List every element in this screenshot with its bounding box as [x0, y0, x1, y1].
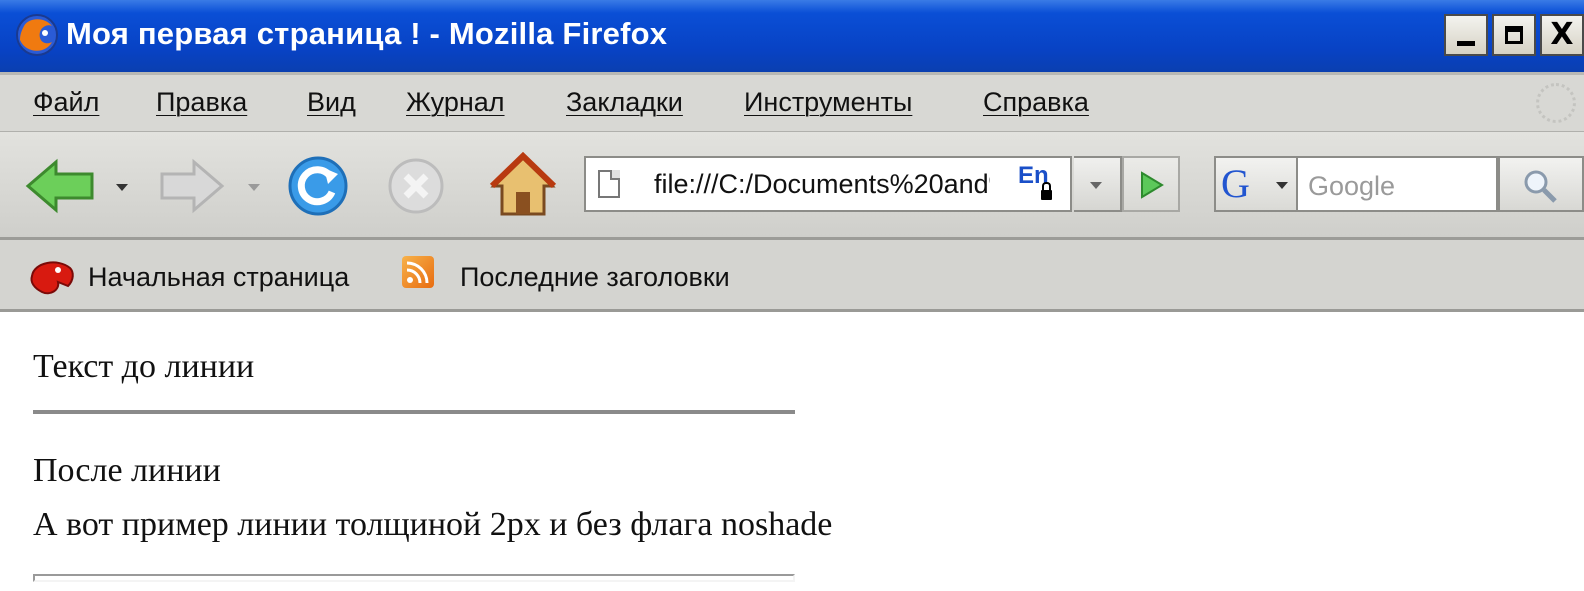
page-content: Текст до линии После линии А вот пример …	[0, 312, 1584, 591]
firefox-logo-icon	[16, 14, 58, 56]
go-arrow-icon	[1141, 171, 1164, 199]
minimize-icon[interactable]	[1444, 14, 1488, 56]
lock-icon	[1041, 182, 1052, 200]
text-before-line: Текст до линии	[33, 348, 255, 385]
chevron-down-icon	[1090, 182, 1102, 189]
forward-arrow-icon[interactable]	[158, 158, 226, 214]
back-dropdown-icon[interactable]	[116, 184, 128, 191]
forward-dropdown-icon[interactable]	[248, 184, 260, 191]
back-arrow-icon[interactable]	[24, 158, 96, 214]
window-titlebar[interactable]: Моя первая страница ! - Mozilla Firefox …	[0, 0, 1584, 72]
menu-history[interactable]: Журнал	[406, 87, 505, 118]
navigation-toolbar: file:///C:/Documents%20and%20Settings En…	[0, 132, 1584, 240]
bookmark-start-page[interactable]: Начальная страница	[88, 262, 349, 293]
url-text[interactable]: file:///C:/Documents%20and%20Settings	[654, 169, 990, 200]
search-engine-selector[interactable]: G	[1214, 156, 1298, 212]
menu-file[interactable]: Файл	[33, 87, 99, 118]
horizontal-rule-shaded	[33, 574, 795, 582]
search-placeholder: Google	[1308, 171, 1396, 201]
address-bar[interactable]: file:///C:/Documents%20and%20Settings En	[584, 156, 1072, 212]
menu-edit[interactable]: Правка	[156, 87, 247, 118]
menu-tools[interactable]: Инструменты	[744, 87, 912, 118]
bookmark-latest-headlines[interactable]: Последние заголовки	[460, 262, 730, 293]
search-button[interactable]	[1498, 156, 1584, 212]
menu-bar: Файл Правка Вид Журнал Закладки Инструме…	[0, 72, 1584, 132]
google-logo-icon: G	[1221, 161, 1250, 206]
stop-icon[interactable]	[386, 156, 446, 216]
throbber-icon	[1536, 83, 1576, 123]
window-title: Моя первая страница ! - Mozilla Firefox	[66, 16, 668, 51]
bookmarks-toolbar: Начальная страница Последние заголовки	[0, 240, 1584, 312]
firefox-logo-icon	[30, 261, 74, 295]
search-input[interactable]: Google	[1298, 156, 1498, 212]
text-after-line: После линии	[33, 452, 221, 489]
maximize-icon[interactable]	[1492, 14, 1536, 56]
page-icon	[598, 170, 620, 198]
menu-view[interactable]: Вид	[307, 87, 356, 118]
close-icon[interactable]: X	[1540, 14, 1584, 56]
horizontal-rule-noshade	[33, 410, 795, 414]
chevron-down-icon	[1276, 182, 1288, 189]
menu-bookmarks[interactable]: Закладки	[566, 87, 683, 118]
rss-feed-icon	[402, 256, 434, 288]
text-example: А вот пример линии толщиной 2px и без фл…	[33, 506, 833, 543]
menu-help[interactable]: Справка	[983, 87, 1089, 118]
home-icon[interactable]	[490, 152, 556, 218]
url-history-dropdown[interactable]	[1074, 156, 1122, 212]
go-button[interactable]	[1122, 156, 1180, 212]
reload-icon[interactable]	[286, 154, 350, 218]
magnifier-icon	[1524, 170, 1557, 203]
